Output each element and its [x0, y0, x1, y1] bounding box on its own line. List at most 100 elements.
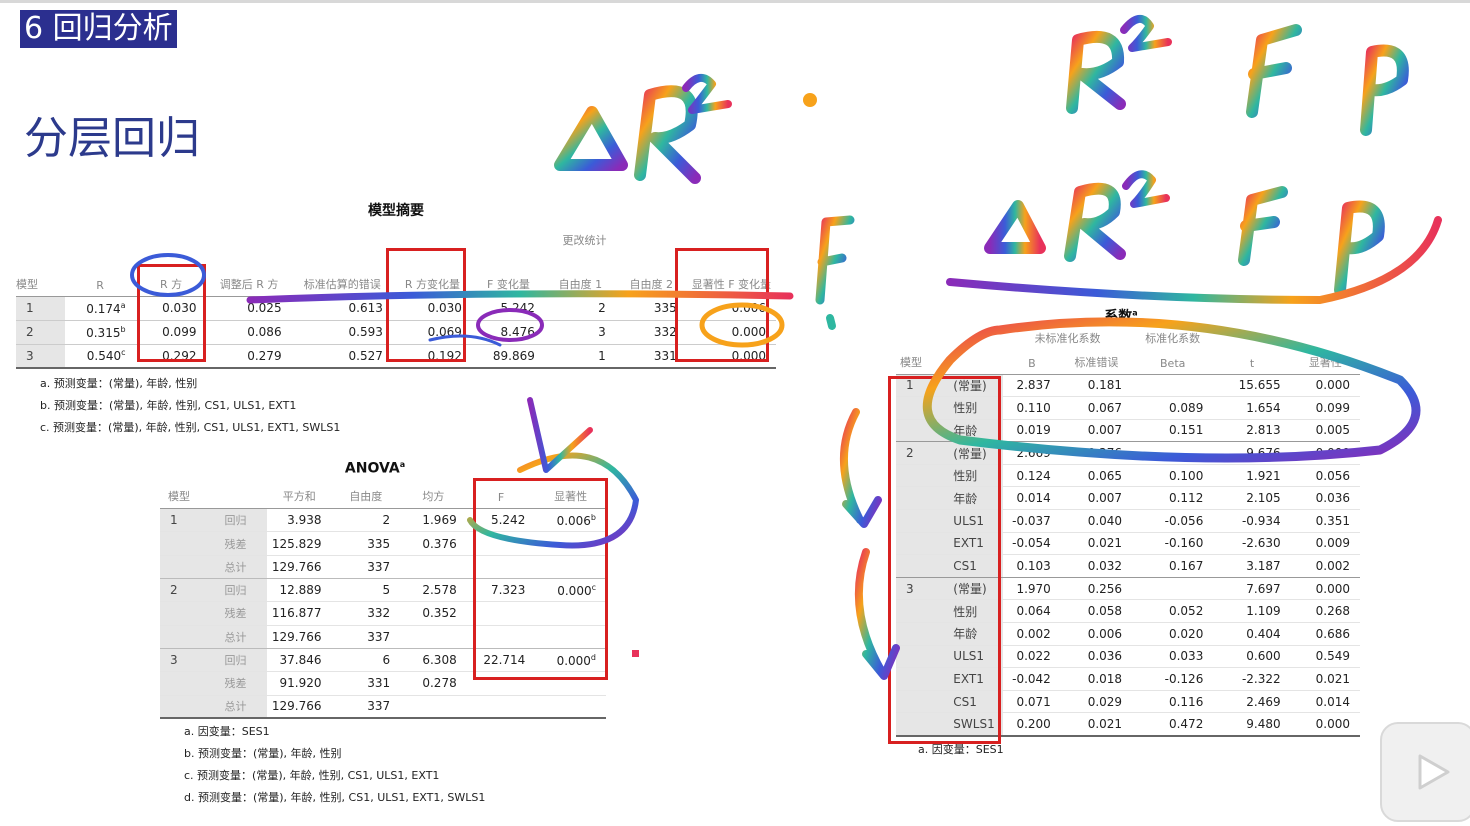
play-icon — [1418, 754, 1450, 790]
table-cell: 0.019 — [1016, 423, 1051, 438]
table-cell: 337 — [367, 699, 391, 714]
highlight-box-coef-models — [888, 376, 1001, 744]
table-cell: 0.151 — [1168, 423, 1204, 438]
table-cell — [160, 555, 219, 579]
table-cell: 6 — [382, 653, 391, 668]
table-cell: 0.029 — [1087, 694, 1123, 709]
table-cell: 0.007 — [1087, 423, 1123, 438]
table-cell — [160, 695, 219, 719]
section-label: 6 回归分析 — [20, 10, 177, 48]
table-cell — [535, 695, 606, 718]
table-cell: 15.655 — [1238, 378, 1281, 393]
table-cell: 0.100 — [1168, 468, 1204, 483]
table-cell: 0.058 — [1087, 604, 1123, 619]
table-cell — [400, 695, 467, 718]
table-cell: 0.167 — [1168, 559, 1204, 574]
table-cell: 2 — [160, 578, 219, 602]
table-cell: 0.686 — [1315, 626, 1350, 641]
table-cell: 0.056 — [1315, 468, 1350, 483]
footnote: a. 预测变量：(常量), 年龄, 性别 — [40, 377, 198, 390]
col-header: 均方 — [422, 490, 445, 504]
footnote: c. 预测变量：(常量), 年龄, 性别, CS1, ULS1, EXT1 — [184, 769, 440, 783]
table-cell: 0.071 — [1016, 694, 1051, 709]
col-header: B — [1028, 356, 1036, 370]
table-cell: 0.376 — [422, 536, 457, 551]
table-cell: 0.040 — [1087, 513, 1123, 528]
table-cell: 0.351 — [1315, 513, 1350, 528]
footnote: b. 预测变量：(常量), 年龄, 性别, CS1, ULS1, EXT1 — [40, 399, 297, 412]
table-cell: 总计 — [218, 555, 267, 579]
table-cell: 3.187 — [1246, 559, 1281, 574]
table-cell: 0.064 — [1016, 604, 1051, 619]
table-cell: 0.065 — [1087, 468, 1123, 483]
table-cell: 2.469 — [1246, 694, 1281, 709]
table-cell: 0.110 — [1016, 400, 1051, 415]
table-cell: 0.549 — [1315, 649, 1350, 664]
footnote: a. 因变量：SES1 — [184, 725, 270, 739]
col-header: 模型 — [900, 355, 922, 369]
col-header: 显著性 — [1308, 355, 1342, 369]
table-cell — [1132, 577, 1213, 600]
table-cell: 9.676 — [1246, 446, 1281, 461]
table-row: 总计 129.766 337 — [160, 695, 606, 719]
table-cell: 129.766 — [271, 699, 322, 714]
table-cell: 2.669 — [1016, 446, 1051, 461]
col-header: 自由度 — [349, 490, 383, 504]
table-cell: 1.654 — [1246, 400, 1281, 415]
table-cell: -0.042 — [1012, 672, 1051, 687]
table-cell: 0.021 — [1315, 672, 1350, 687]
table-cell: 0.021 — [1087, 536, 1123, 551]
table-cell: 0.022 — [1016, 649, 1051, 664]
table-cell: 125.829 — [271, 536, 322, 551]
table-cell — [160, 531, 219, 556]
table-cell: 3.938 — [287, 513, 322, 528]
table-cell: 0.472 — [1168, 716, 1204, 731]
video-play-button[interactable] — [1380, 722, 1470, 822]
table-cell: 0.033 — [1168, 649, 1204, 664]
table-cell: 332 — [367, 606, 391, 621]
table-cell: 0.036 — [1087, 649, 1123, 664]
table-cell: 0.067 — [1087, 400, 1123, 415]
table-cell: 0.002 — [1315, 559, 1350, 574]
table-cell: 0.036 — [1315, 491, 1350, 506]
table-cell: 37.846 — [279, 653, 322, 668]
table-cell: 0.089 — [1168, 400, 1204, 415]
table-cell: 129.766 — [271, 559, 322, 574]
col-header: 自由度 1 — [558, 277, 603, 291]
table-cell: 1 — [160, 508, 219, 532]
table-cell: 335 — [367, 536, 391, 551]
table-cell: 0.278 — [422, 676, 457, 691]
table-cell: 0.181 — [1087, 378, 1123, 393]
footnote: c. 预测变量：(常量), 年龄, 性别, CS1, ULS1, EXT1, S… — [40, 421, 341, 434]
table-cell: 337 — [367, 559, 391, 574]
anova-caption: ANOVAa — [344, 460, 406, 477]
highlight-box-anova-f — [473, 478, 608, 680]
table-cell: 337 — [367, 629, 391, 644]
table-cell: -0.037 — [1012, 513, 1051, 528]
table-cell: 0.020 — [1168, 626, 1204, 641]
table-cell: 0.002 — [1016, 626, 1051, 641]
table-cell: 0.009 — [1315, 536, 1350, 551]
table-cell: 2 — [382, 513, 391, 528]
table-cell: -2.630 — [1241, 536, 1281, 551]
table-cell: 0.000 — [1315, 716, 1350, 731]
col-header: F 变化量 — [487, 277, 530, 291]
table-cell — [160, 601, 219, 626]
table-cell: 5 — [382, 583, 391, 598]
table-cell: 回归 — [218, 648, 267, 672]
table-cell: 0.052 — [1168, 604, 1204, 619]
table-cell: 0.256 — [1087, 581, 1123, 596]
table-cell: 0.268 — [1315, 604, 1350, 619]
table-cell: 残差 — [218, 601, 267, 626]
table-cell: 0.112 — [1168, 491, 1204, 506]
table-cell: -0.054 — [1012, 536, 1051, 551]
group-header: 标准化系数 — [1145, 332, 1201, 345]
col-header: 平方和 — [282, 490, 316, 504]
table-cell: 残差 — [218, 671, 267, 696]
highlight-box-r2 — [137, 264, 206, 362]
table-cell: 7.697 — [1246, 581, 1281, 596]
table-cell — [1132, 374, 1213, 397]
table-cell — [400, 555, 467, 578]
delta-r2-annotation — [554, 106, 628, 171]
model-summary-caption: 模型摘要 — [368, 203, 424, 219]
